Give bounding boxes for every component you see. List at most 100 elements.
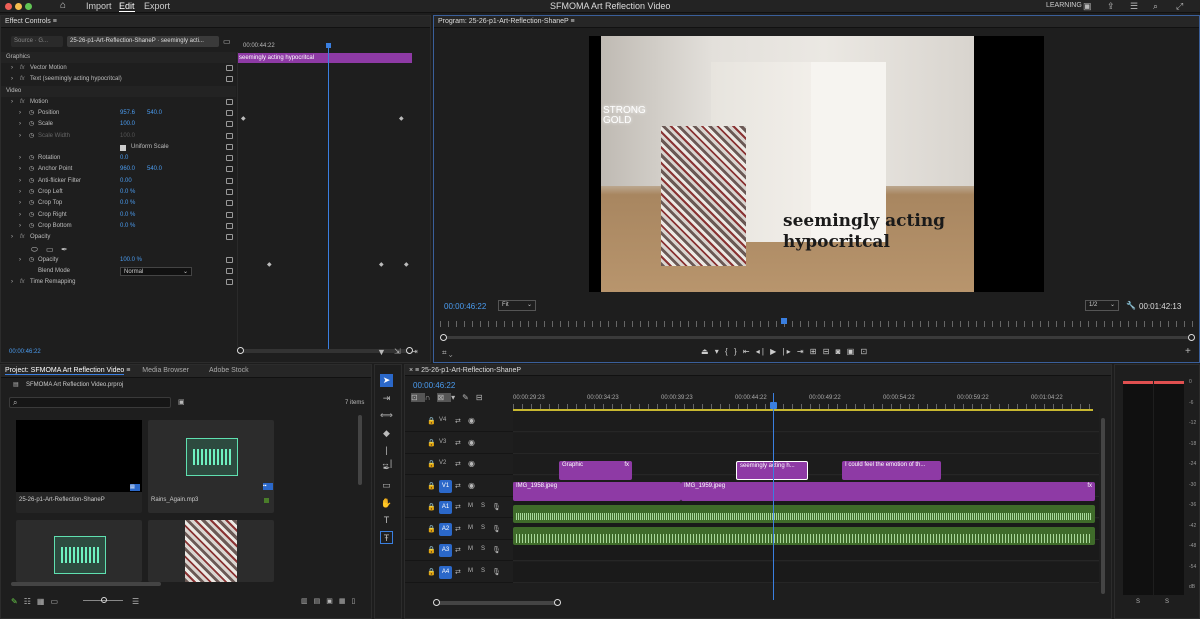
type-tool-icon[interactable]: T	[380, 514, 393, 527]
program-scroll-left[interactable]	[440, 334, 447, 341]
zoom-slider-handle[interactable]	[101, 597, 107, 603]
close-window-button[interactable]	[5, 3, 12, 10]
solo-button[interactable]: S	[481, 568, 485, 574]
reset-icon[interactable]	[226, 155, 233, 162]
timeline-playhead[interactable]	[773, 393, 774, 600]
ec-row[interactable]: › ◷ Scale Width 100.0	[1, 131, 236, 142]
reset-icon[interactable]	[226, 256, 233, 263]
trash-icon[interactable]: ▯	[352, 598, 362, 605]
reset-icon[interactable]	[226, 234, 233, 241]
keyframe-icon[interactable]: ◆	[267, 261, 272, 268]
property-value[interactable]: 0.0	[120, 153, 128, 164]
ec-row[interactable]: Video	[1, 85, 236, 97]
property-value[interactable]: 0.0 %	[120, 198, 135, 209]
project-hscrollbar[interactable]	[11, 582, 161, 586]
sync-lock-icon[interactable]: ⇄	[455, 417, 461, 425]
hand-icon[interactable]: ✋	[380, 497, 393, 510]
timeline-scroll-left[interactable]	[433, 599, 440, 606]
track-header-a2[interactable]: 🔒 A2 ⇄ M S 🎙	[405, 519, 513, 540]
track-lane[interactable]	[513, 561, 1099, 583]
settings-icon[interactable]: ⇥	[411, 347, 418, 356]
track-header-a3[interactable]: 🔒 A3 ⇄ M S 🎙	[405, 540, 513, 561]
stopwatch-icon[interactable]: ◷	[29, 119, 34, 130]
stopwatch-icon[interactable]: ◷	[29, 255, 34, 266]
program-scroll-right[interactable]	[1188, 334, 1195, 341]
play-icon[interactable]: ▶	[770, 347, 778, 356]
sync-lock-icon[interactable]: ⇄	[455, 568, 461, 576]
track-header-v4[interactable]: 🔒 V4 ⇄ ◉	[405, 411, 513, 432]
property-value[interactable]: 100.0 %	[120, 255, 142, 266]
timeline-scroll-right[interactable]	[554, 599, 561, 606]
track-target[interactable]: A1	[439, 501, 452, 514]
sort-icon[interactable]: ☰	[132, 597, 139, 606]
eye-icon[interactable]: ◉	[468, 438, 475, 447]
sequence-tab[interactable]: 25-26-p1-Art-Reflection-ShaneP · seeming…	[67, 36, 219, 47]
mic-icon[interactable]: 🎙	[492, 503, 501, 511]
chevron-icon[interactable]: ›	[19, 221, 21, 232]
program-timecode[interactable]: 00:00:46:22	[444, 302, 486, 311]
reset-icon[interactable]	[226, 200, 233, 207]
chevron-icon[interactable]: ›	[11, 63, 13, 74]
keyframe-icon[interactable]: ◆	[379, 261, 384, 268]
program-playhead[interactable]	[781, 318, 787, 324]
clip-audio-a1[interactable]	[513, 505, 1095, 523]
chevron-icon[interactable]: ›	[19, 153, 21, 164]
mute-button[interactable]: M	[468, 503, 473, 509]
keyframe-icon[interactable]: ◆	[404, 261, 409, 268]
property-value[interactable]: 0.00	[120, 176, 132, 187]
program-scroll-track[interactable]	[444, 336, 1192, 339]
chevron-icon[interactable]: ›	[19, 255, 21, 266]
reset-icon[interactable]	[226, 189, 233, 195]
add-button-icon[interactable]: +	[1185, 346, 1191, 357]
chevron-icon[interactable]: ›	[19, 187, 21, 198]
track-header-a1[interactable]: 🔒 A1 ⇄ M S 🎙	[405, 497, 513, 518]
ec-row[interactable]: › ◷ Anti-flicker Filter 0.00	[1, 176, 236, 187]
blend-mode-select[interactable]: Normal ⌄	[120, 267, 192, 277]
ec-row[interactable]: › ◷ Rotation 0.0	[1, 153, 236, 164]
track-select-icon[interactable]: ⇥	[380, 392, 393, 405]
home-icon[interactable]: ⌂	[60, 0, 66, 11]
workspace-label[interactable]: LEARNING	[1046, 2, 1082, 9]
reset-icon[interactable]	[226, 98, 233, 105]
reset-icon[interactable]	[226, 166, 233, 173]
mute-button[interactable]: M	[468, 546, 473, 552]
ec-row[interactable]: ⬭ ▭ ✒	[1, 244, 236, 255]
lock-icon[interactable]: 🔒	[427, 482, 436, 490]
ec-row[interactable]: › fx Opacity	[1, 232, 236, 243]
timeline-playhead-handle[interactable]	[770, 402, 777, 409]
lock-icon[interactable]: 🔒	[427, 439, 436, 447]
stopwatch-icon[interactable]: ◷	[29, 153, 34, 164]
filter-icon[interactable]: ▼	[377, 347, 386, 357]
clip-graphic[interactable]: Graphic fx	[559, 461, 632, 480]
keyframe-icon[interactable]: ◆	[399, 115, 404, 122]
compare-icon[interactable]: ▣	[847, 347, 857, 356]
ec-row[interactable]: Uniform Scale	[1, 142, 236, 153]
camera-icon[interactable]: ◙	[836, 347, 843, 356]
stopwatch-icon[interactable]: ◷	[29, 198, 34, 209]
mute-button[interactable]: M	[468, 525, 473, 531]
ec-row[interactable]: Graphics	[1, 52, 236, 63]
solo-right-button[interactable]: S	[1165, 599, 1169, 605]
quality-select[interactable]: 1/2 ⌄	[1085, 300, 1119, 311]
stopwatch-icon[interactable]: ◷	[29, 108, 34, 119]
stopwatch-icon[interactable]: ◷	[29, 221, 34, 232]
chevron-icon[interactable]: ›	[19, 198, 21, 209]
search-icon[interactable]: ⌕	[1153, 1, 1158, 12]
thumb-audio-2[interactable]	[16, 520, 142, 582]
vr-icon[interactable]: ⊡	[861, 347, 870, 356]
fullscreen-icon[interactable]: ⤢	[1176, 1, 1183, 12]
stopwatch-icon[interactable]: ◷	[29, 210, 34, 221]
lift-icon[interactable]: ⏏	[701, 347, 711, 356]
overwrite-icon[interactable]: ⊟	[823, 347, 832, 356]
nest-icon[interactable]: ⊡	[411, 393, 425, 402]
caption-tool-icon[interactable]: Ŧ	[380, 531, 393, 544]
sync-lock-icon[interactable]: ⇄	[455, 460, 461, 468]
solo-button[interactable]: S	[481, 525, 485, 531]
chevron-icon[interactable]: ›	[19, 210, 21, 221]
clip-feel-emotion[interactable]: I could feel the emotion of th...	[842, 461, 941, 480]
chevron-icon[interactable]: ›	[11, 232, 13, 243]
pencil-icon[interactable]: ✎	[11, 597, 24, 606]
new-item-icon[interactable]: ▦	[339, 598, 352, 605]
chevron-icon[interactable]: ›	[11, 97, 13, 108]
clip-img1959[interactable]: IMG_1959.jpeg fx	[681, 482, 1095, 501]
